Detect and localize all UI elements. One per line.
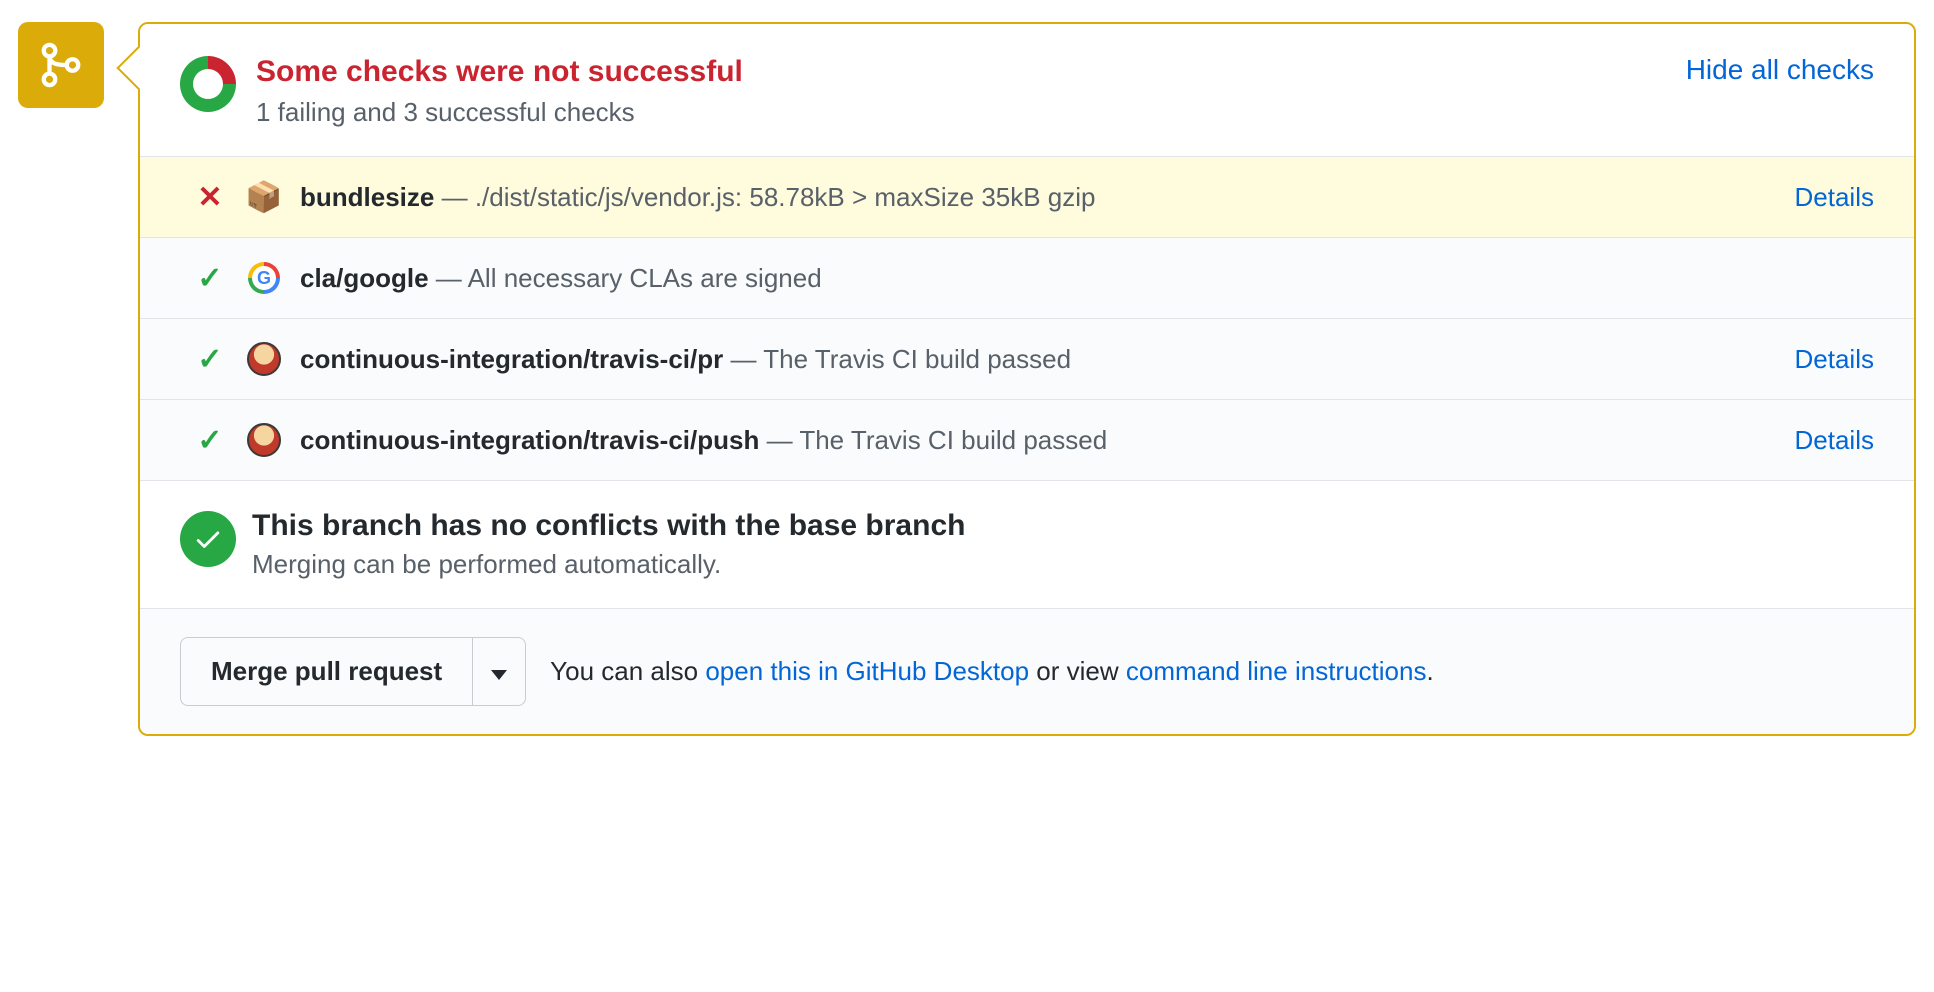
- checks-donut-icon: [180, 56, 236, 112]
- check-text: bundlesize — ./dist/static/js/vendor.js:…: [300, 182, 1775, 213]
- merge-footer: Merge pull request You can also open thi…: [140, 609, 1914, 734]
- check-text: cla/google — All necessary CLAs are sign…: [300, 263, 1874, 294]
- open-github-desktop-link[interactable]: open this in GitHub Desktop: [705, 656, 1029, 686]
- caret-down-icon: [491, 670, 507, 680]
- check-description: The Travis CI build passed: [799, 425, 1107, 455]
- check-description: ./dist/static/js/vendor.js: 58.78kB > ma…: [475, 182, 1096, 212]
- check-icon: ✓: [197, 342, 222, 377]
- check-row: ✓ cla/google — All necessary CLAs are sig…: [140, 238, 1914, 319]
- check-details-link[interactable]: Details: [1795, 425, 1874, 456]
- merge-pull-request-button[interactable]: Merge pull request: [180, 637, 472, 706]
- check-name: bundlesize: [300, 182, 434, 212]
- x-icon: ✕: [197, 180, 222, 215]
- check-details-link[interactable]: Details: [1795, 344, 1874, 375]
- check-description: All necessary CLAs are signed: [468, 263, 822, 293]
- merge-button-group: Merge pull request: [180, 637, 526, 706]
- check-name: continuous-integration/travis-ci/push: [300, 425, 759, 455]
- checks-header-title: Some checks were not successful: [256, 52, 1874, 91]
- git-merge-icon: [38, 42, 84, 88]
- hide-all-checks-link[interactable]: Hide all checks: [1686, 54, 1874, 86]
- check-description: The Travis CI build passed: [763, 344, 1071, 374]
- package-icon: 📦: [246, 179, 282, 215]
- google-icon: [246, 260, 282, 296]
- merge-timeline-badge: [18, 22, 104, 108]
- check-icon: [193, 524, 223, 554]
- merge-status-box: Some checks were not successful 1 failin…: [138, 22, 1916, 736]
- check-icon: ✓: [197, 423, 222, 458]
- check-icon: ✓: [197, 261, 222, 296]
- merge-options-dropdown-button[interactable]: [472, 637, 526, 706]
- check-details-link[interactable]: Details: [1795, 182, 1874, 213]
- travis-icon: [246, 341, 282, 377]
- check-row: ✕ 📦 bundlesize — ./dist/static/js/vendor.j…: [140, 157, 1914, 238]
- check-text: continuous-integration/travis-ci/pr — Th…: [300, 344, 1775, 375]
- checks-header-section: Some checks were not successful 1 failin…: [140, 24, 1914, 157]
- check-text: continuous-integration/travis-ci/push — …: [300, 425, 1775, 456]
- check-name: cla/google: [300, 263, 429, 293]
- merge-footer-text: You can also open this in GitHub Desktop…: [550, 656, 1434, 687]
- travis-icon: [246, 422, 282, 458]
- check-row: ✓ continuous-integration/travis-ci/push —…: [140, 400, 1914, 481]
- conflicts-subtitle: Merging can be performed automatically.: [252, 549, 1874, 580]
- check-row: ✓ continuous-integration/travis-ci/pr — T…: [140, 319, 1914, 400]
- conflicts-title: This branch has no conflicts with the ba…: [252, 509, 1874, 543]
- success-circle-icon: [180, 511, 236, 567]
- check-name: continuous-integration/travis-ci/pr: [300, 344, 723, 374]
- conflicts-section: This branch has no conflicts with the ba…: [140, 481, 1914, 609]
- command-line-instructions-link[interactable]: command line instructions: [1126, 656, 1427, 686]
- checks-header-subtitle: 1 failing and 3 successful checks: [256, 97, 1874, 128]
